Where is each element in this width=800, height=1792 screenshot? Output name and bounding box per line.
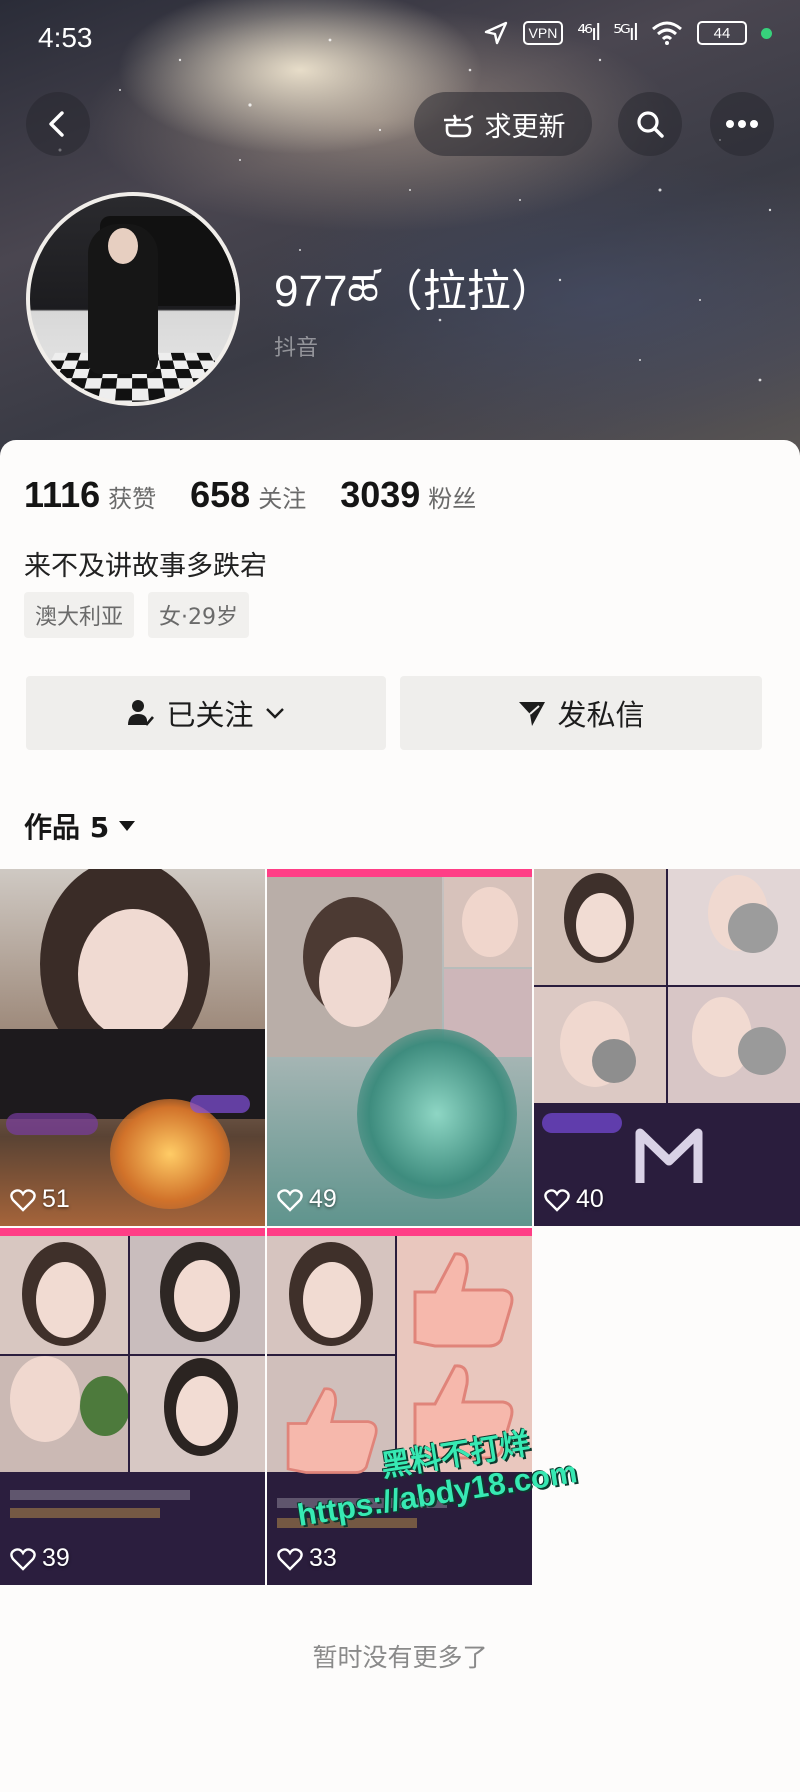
thumb-panel [130, 1356, 265, 1472]
avatar[interactable] [26, 192, 240, 406]
heart-icon [277, 1547, 303, 1571]
chevron-down-icon [265, 708, 284, 719]
video-thumbnail[interactable]: 40 [534, 869, 800, 1226]
following-count[interactable]: 658 [190, 474, 250, 516]
avatar-face [108, 228, 138, 264]
live-progress-bar [0, 1228, 265, 1236]
signal-icon: ⁴⁶ıl [577, 20, 601, 46]
thumb-panel [267, 877, 442, 1057]
gender-age-tag: 女·29岁 [148, 592, 250, 638]
chevron-left-icon [49, 111, 64, 137]
m-logo-icon [635, 1128, 703, 1183]
like-count-value: 40 [576, 1185, 604, 1213]
thumbs-up-icon [286, 1387, 378, 1474]
paper-plane-icon [519, 702, 546, 726]
profile-tags: 澳大利亚 女·29岁 [24, 592, 250, 638]
more-dots-icon [726, 120, 758, 128]
like-count: 49 [277, 1185, 337, 1214]
thumb-panel [534, 987, 666, 1103]
thumb-panel [444, 877, 532, 967]
like-count-value: 49 [309, 1185, 337, 1213]
thumb-effect [357, 1029, 517, 1199]
like-count-value: 39 [42, 1544, 70, 1572]
thumb-panel [668, 987, 800, 1103]
heart-icon [277, 1188, 303, 1212]
profile-bio: 来不及讲故事多跌宕 [24, 551, 267, 582]
chat-line [10, 1508, 160, 1518]
like-count: 39 [10, 1544, 70, 1573]
battery-icon: 44 [697, 21, 747, 45]
search-icon [637, 111, 664, 138]
live-badge [190, 1095, 250, 1113]
thumb-panel [0, 1236, 128, 1354]
thumb-panel [534, 869, 666, 985]
like-count: 51 [10, 1185, 70, 1214]
status-bar: 4:53 VPN ⁴⁶ıl ⁵ᴳıl 44 [0, 0, 800, 74]
followers-count[interactable]: 3039 [340, 474, 420, 516]
vpn-badge: VPN [522, 21, 564, 45]
send-message-label: 发私信 [557, 698, 645, 732]
signal-icon: ⁵ᴳıl [613, 20, 639, 46]
thumb-glow [110, 1099, 230, 1209]
thumbs-up-icon [413, 1252, 514, 1348]
request-update-button[interactable]: 求更新 [414, 92, 592, 156]
following-button-label: 已关注 [166, 698, 254, 732]
thumb-panel [0, 1356, 128, 1472]
caret-down-icon [119, 821, 136, 831]
user-check-icon [128, 700, 155, 726]
location-tag: 澳大利亚 [24, 592, 135, 638]
works-tab[interactable]: 作品 5 [24, 806, 137, 846]
following-label: 关注 [258, 485, 307, 513]
platform-label: 抖音 [274, 336, 319, 361]
location-icon [484, 21, 507, 45]
wifi-icon [652, 21, 682, 45]
profile-stats: 1116 获赞 658 关注 3039 粉丝 [24, 474, 510, 516]
likes-count[interactable]: 1116 [24, 474, 100, 516]
profile-header-background: 4:53 VPN ⁴⁶ıl ⁵ᴳıl 44 求更新 977ཚ（拉拉） 抖音 [0, 0, 800, 460]
heart-icon [544, 1188, 570, 1212]
status-icons: VPN ⁴⁶ıl ⁵ᴳıl 44 [483, 20, 772, 46]
status-time: 4:53 [38, 22, 93, 53]
privacy-indicator-dot [761, 27, 772, 39]
video-thumbnail[interactable]: 49 [267, 869, 532, 1226]
works-title: 作品 5 [24, 811, 110, 844]
video-thumbnail[interactable]: 51 [0, 869, 265, 1226]
video-thumbnail[interactable]: 39 [0, 1228, 265, 1585]
chat-line [10, 1490, 190, 1500]
followers-label: 粉丝 [428, 485, 477, 513]
more-button[interactable] [710, 92, 774, 156]
like-count-value: 33 [309, 1544, 337, 1572]
hand-pointer-icon [443, 114, 474, 138]
thumb-panel [267, 1236, 395, 1354]
thumb-face [78, 909, 188, 1039]
request-update-label: 求更新 [484, 111, 566, 143]
likes-label: 获赞 [108, 485, 157, 513]
like-count-value: 51 [42, 1185, 70, 1213]
no-more-content-text: 暂时没有更多了 [312, 1643, 488, 1672]
send-message-button[interactable]: 发私信 [400, 676, 762, 750]
live-badge [542, 1113, 622, 1133]
following-button[interactable]: 已关注 [26, 676, 386, 750]
thumb-panel [668, 869, 800, 985]
thumb-panel [130, 1236, 265, 1354]
back-button[interactable] [26, 92, 90, 156]
like-count: 33 [277, 1544, 337, 1573]
live-badge [6, 1113, 98, 1135]
heart-icon [10, 1547, 36, 1571]
heart-icon [10, 1188, 36, 1212]
search-button[interactable] [618, 92, 682, 156]
like-count: 40 [544, 1185, 604, 1214]
live-progress-bar [267, 1228, 532, 1236]
live-progress-bar [267, 869, 532, 877]
